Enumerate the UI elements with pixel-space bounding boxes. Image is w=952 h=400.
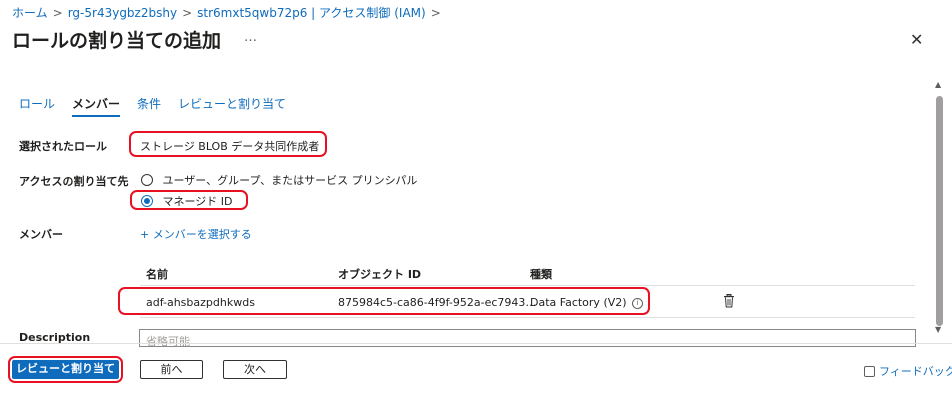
- member-name: adf-ahsbazpdhkwds: [146, 296, 255, 309]
- feedback-icon: [864, 365, 875, 377]
- radio-circle-icon[interactable]: [141, 174, 153, 186]
- breadcrumb-home[interactable]: ホーム: [12, 6, 48, 20]
- radio-user-group-sp-label: ユーザー、グループ、またはサービス プリンシパル: [162, 174, 418, 187]
- delete-member-icon[interactable]: [723, 293, 735, 312]
- radio-managed-id-label: マネージド ID: [162, 195, 233, 208]
- review-assign-button[interactable]: レビューと割り当て: [12, 360, 119, 379]
- table-header-name: 名前: [146, 268, 168, 281]
- scrollbar-thumb[interactable]: [936, 96, 943, 326]
- member-type: Data Factory (V2) i: [530, 296, 644, 309]
- feedback-label: フィードバック: [879, 365, 952, 378]
- member-type-value: Data Factory (V2): [530, 296, 627, 309]
- tab-review-assign[interactable]: レビューと割り当て: [178, 95, 286, 115]
- selected-role-label: 選択されたロール: [19, 140, 107, 153]
- radio-selected-icon[interactable]: [141, 195, 153, 207]
- tab-role[interactable]: ロール: [19, 95, 55, 115]
- breadcrumb-separator: >: [52, 6, 63, 20]
- selected-role-value: ストレージ BLOB データ共同作成者: [140, 140, 320, 153]
- more-options-icon[interactable]: …: [244, 30, 258, 45]
- feedback-link[interactable]: フィードバック: [864, 363, 952, 379]
- tab-members[interactable]: メンバー: [72, 95, 121, 117]
- assign-access-label: アクセスの割り当て先: [19, 175, 129, 188]
- breadcrumb-resource-group[interactable]: rg-5r43ygbz2bshy: [68, 6, 177, 20]
- radio-user-group-sp[interactable]: ユーザー、グループ、またはサービス プリンシパル: [141, 172, 417, 188]
- tab-bar: ロール メンバー 条件 レビューと割り当て: [19, 95, 303, 117]
- scroll-up-icon[interactable]: ▲: [935, 80, 941, 89]
- members-label: メンバー: [19, 228, 63, 241]
- member-object-id: 875984c5-ca86-4f9f-952a-ec7943…: [338, 296, 537, 309]
- breadcrumb-separator: >: [430, 6, 441, 20]
- table-header-divider: [140, 285, 915, 286]
- breadcrumb: ホーム > rg-5r43ygbz2bshy > str6mxt5qwb72p6 | ア…: [12, 4, 446, 21]
- breadcrumb-storage-iam[interactable]: str6mxt5qwb72p6 | アクセス制御 (IAM): [197, 6, 426, 20]
- tab-conditions[interactable]: 条件: [137, 95, 161, 115]
- info-icon[interactable]: i: [632, 297, 644, 309]
- scroll-down-icon[interactable]: ▼: [935, 325, 941, 334]
- close-icon[interactable]: ✕: [910, 30, 923, 49]
- page-title: ロールの割り当ての追加: [12, 30, 222, 52]
- table-header-object-id: オブジェクト ID: [338, 268, 422, 281]
- radio-managed-id[interactable]: マネージド ID: [141, 193, 233, 209]
- select-members-link[interactable]: + メンバーを選択する: [140, 226, 252, 242]
- table-row-divider: [140, 317, 915, 318]
- breadcrumb-separator: >: [182, 6, 193, 20]
- next-button[interactable]: 次へ: [223, 360, 287, 379]
- table-header-type: 種類: [530, 268, 552, 281]
- previous-button[interactable]: 前へ: [140, 360, 203, 379]
